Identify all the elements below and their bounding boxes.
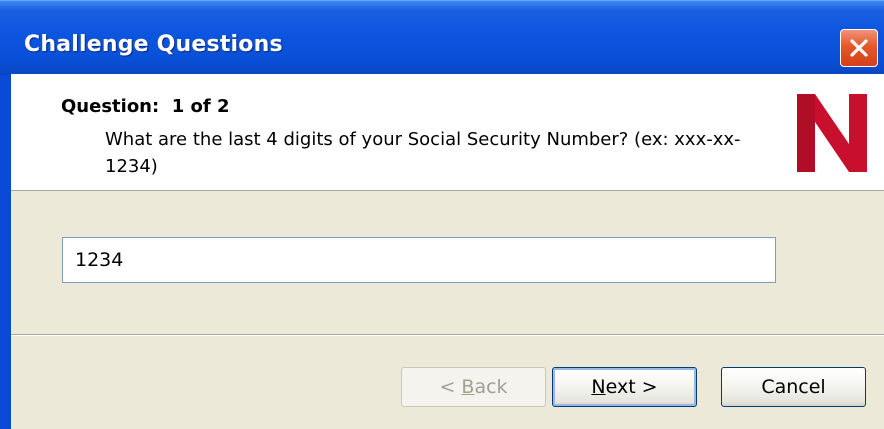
close-button[interactable] bbox=[840, 29, 878, 67]
separator bbox=[11, 334, 884, 336]
cancel-button[interactable]: Cancel bbox=[721, 367, 866, 407]
window-title: Challenge Questions bbox=[24, 32, 283, 57]
next-mnemonic: N bbox=[591, 376, 606, 398]
back-prefix: < bbox=[439, 376, 462, 398]
next-rest: ext > bbox=[605, 376, 658, 398]
dialog-window: Challenge Questions Question: 1 of 2 Wha… bbox=[0, 0, 884, 429]
close-icon bbox=[850, 39, 868, 57]
next-button[interactable]: Next > bbox=[552, 367, 697, 407]
back-rest: ack bbox=[474, 376, 508, 398]
novell-n-logo-icon bbox=[797, 94, 867, 172]
question-text: What are the last 4 digits of your Socia… bbox=[105, 129, 741, 177]
question-counter: Question: 1 of 2 bbox=[61, 96, 230, 117]
question-header: Question: 1 of 2 What are the last 4 dig… bbox=[11, 74, 884, 191]
dialog-body: Question: 1 of 2 What are the last 4 dig… bbox=[11, 74, 884, 429]
answer-input[interactable] bbox=[62, 237, 776, 283]
back-mnemonic: B bbox=[461, 376, 475, 398]
title-bar[interactable]: Challenge Questions bbox=[0, 0, 884, 75]
back-button[interactable]: < Back bbox=[401, 367, 546, 407]
